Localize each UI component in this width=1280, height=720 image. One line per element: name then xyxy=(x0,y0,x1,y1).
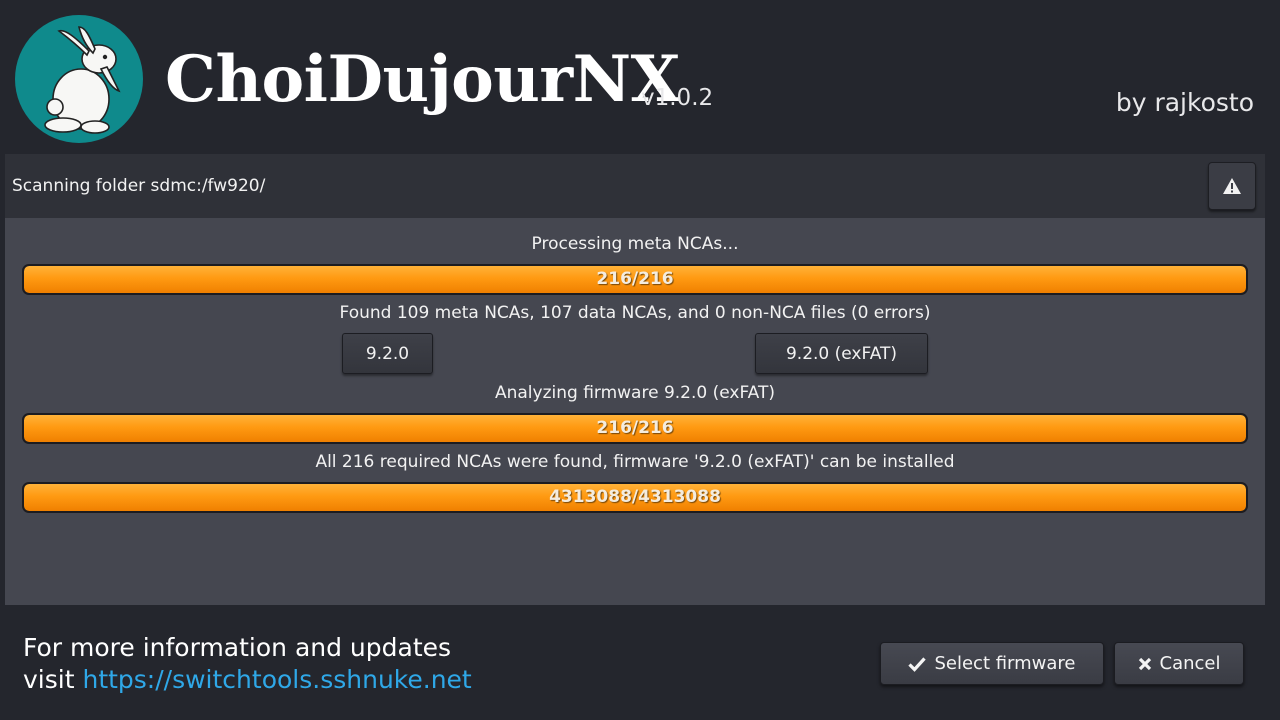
select-firmware-button[interactable]: Select firmware xyxy=(880,642,1104,685)
bytes-progress-bar: 4313088/4313088 xyxy=(22,482,1248,513)
select-firmware-label: Select firmware xyxy=(934,653,1076,674)
bytes-progress-text: 4313088/4313088 xyxy=(549,487,721,507)
status-bar: Scanning folder sdmc:/fw920/ xyxy=(5,154,1265,218)
analyzing-progress-text: 216/216 xyxy=(596,418,674,438)
footer-visit-text: visit xyxy=(23,665,75,694)
rabbit-logo-icon xyxy=(15,15,143,143)
processing-progress-text: 216/216 xyxy=(596,269,674,289)
footer-info-line: For more information and updates xyxy=(23,633,452,662)
app-version: v1.0.2 xyxy=(641,85,714,111)
cancel-label: Cancel xyxy=(1159,653,1221,674)
main-panel: Scanning folder sdmc:/fw920/ Processing … xyxy=(5,154,1265,605)
analyzing-label: Analyzing firmware 9.2.0 (exFAT) xyxy=(494,383,776,403)
footer-link[interactable]: https://switchtools.sshnuke.net xyxy=(82,665,471,694)
firmware-exfat-option-button[interactable]: 9.2.0 (exFAT) xyxy=(755,333,928,374)
status-text: Scanning folder sdmc:/fw920/ xyxy=(12,176,266,196)
processing-label: Processing meta NCAs... xyxy=(531,234,739,254)
app-title: ChoiDujourNX xyxy=(165,42,680,117)
warning-triangle-icon xyxy=(1223,178,1241,194)
footer-visit-line: visit https://switchtools.sshnuke.net xyxy=(23,664,472,696)
found-summary-label: Found 109 meta NCAs, 107 data NCAs, and … xyxy=(339,303,931,323)
footer-info: For more information and updates visit h… xyxy=(23,632,472,696)
firmware-option-button[interactable]: 9.2.0 xyxy=(342,333,433,374)
result-label: All 216 required NCAs were found, firmwa… xyxy=(315,452,955,472)
app-author: by rajkosto xyxy=(1115,88,1254,117)
close-icon xyxy=(1138,657,1152,671)
cancel-button[interactable]: Cancel xyxy=(1114,642,1244,685)
app-header: ChoiDujourNX v1.0.2 by rajkosto xyxy=(0,0,1280,154)
warning-button[interactable] xyxy=(1208,162,1256,210)
processing-progress-bar: 216/216 xyxy=(22,264,1248,295)
analyzing-progress-bar: 216/216 xyxy=(22,413,1248,444)
checkmark-icon xyxy=(908,656,927,672)
